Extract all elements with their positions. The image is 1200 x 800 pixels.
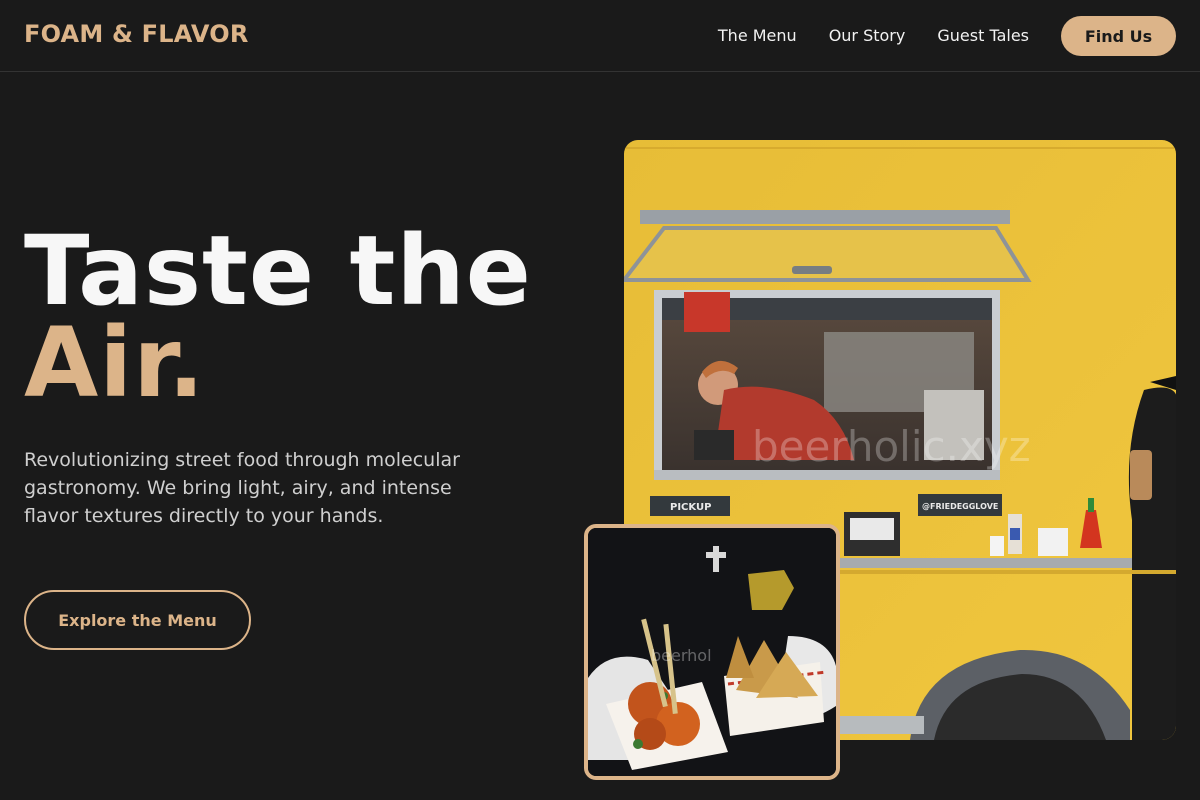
nav-link-menu[interactable]: The Menu — [718, 16, 797, 56]
nav-link-guest-tales[interactable]: Guest Tales — [937, 16, 1029, 56]
find-us-button[interactable]: Find Us — [1061, 16, 1176, 56]
top-navigation: FOAM & FLAVOR The Menu Our Story Guest T… — [0, 0, 1200, 72]
handle-sign-text: @FRIEDEGGLOVE — [922, 502, 998, 511]
hero-title-line-1: Taste the — [24, 215, 532, 327]
food-closeup-image: beerhol — [584, 524, 840, 780]
nav-link-our-story[interactable]: Our Story — [829, 16, 906, 56]
explore-menu-button[interactable]: Explore the Menu — [24, 590, 251, 650]
pickup-sign-text: PICKUP — [670, 502, 711, 513]
hero-title: Taste the Air. — [24, 215, 532, 419]
food-closeup-illustration — [588, 528, 836, 776]
brand-logo[interactable]: FOAM & FLAVOR — [24, 20, 249, 48]
nav-links: The Menu Our Story Guest Tales Find Us — [718, 16, 1176, 56]
hero-title-line-2: Air. — [24, 307, 206, 419]
hero-description: Revolutionizing street food through mole… — [24, 449, 460, 527]
inset-watermark: beerhol — [651, 646, 712, 665]
